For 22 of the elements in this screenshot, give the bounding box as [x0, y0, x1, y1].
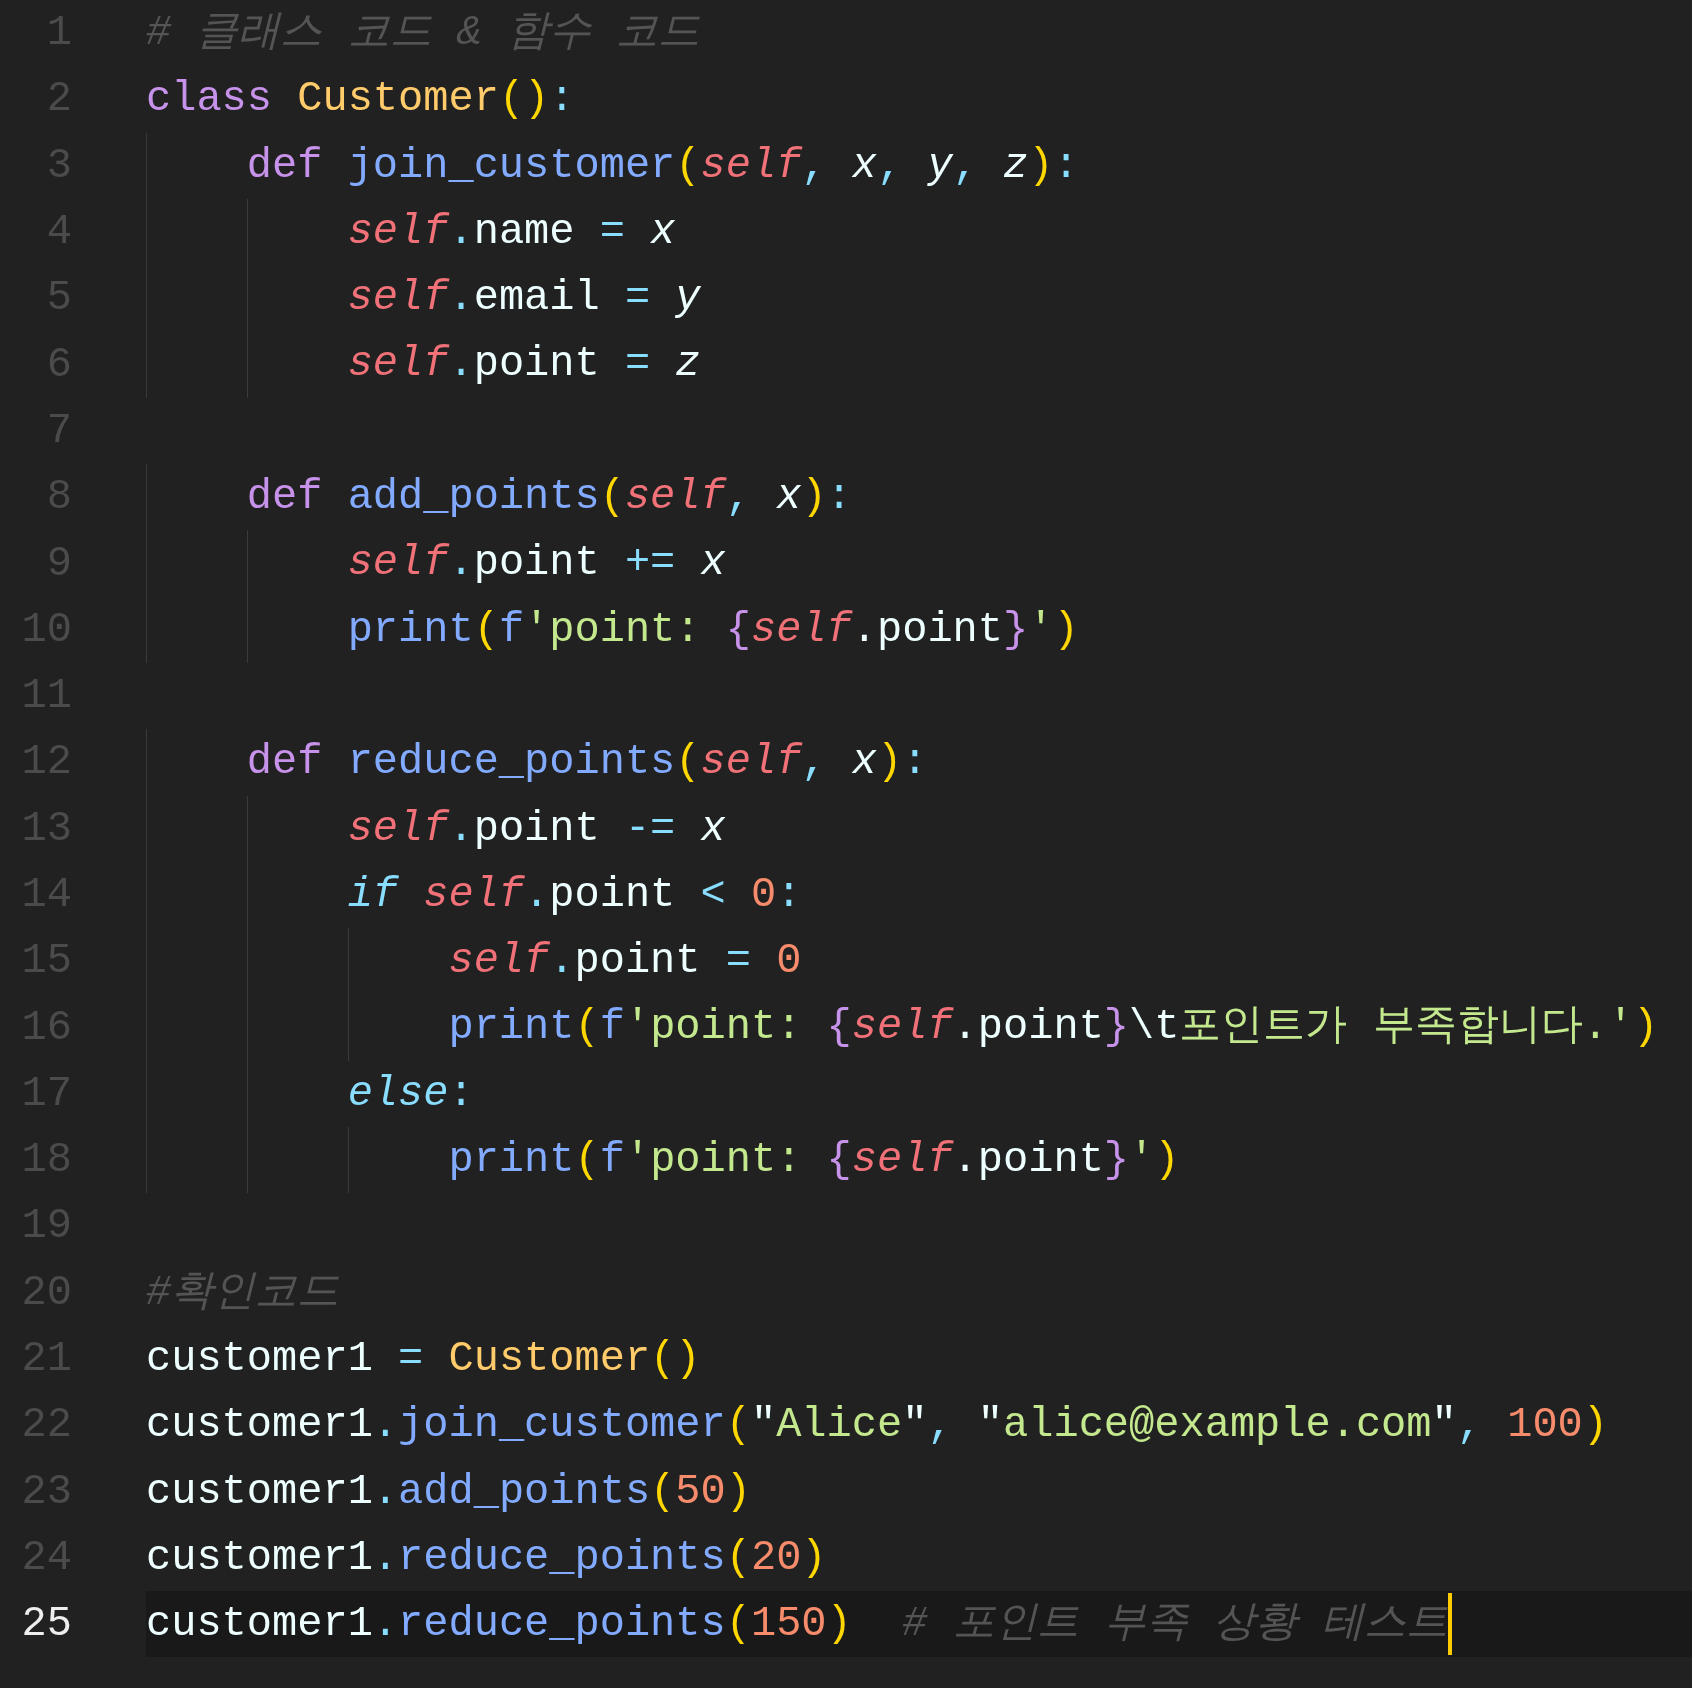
code-line: def add_points(self, x):: [245, 472, 852, 524]
code-line: customer1.reduce_points(20): [146, 1532, 827, 1584]
code-line: print(f'point: {self.point}\t포인트가 부족합니다.'): [447, 1002, 1659, 1054]
code-line: if self.point < 0:: [346, 869, 802, 921]
code-line: self.point += x: [346, 538, 726, 590]
code-line: self.name = x: [346, 206, 676, 258]
code-line: print(f'point: {self.point}'): [346, 604, 1079, 656]
code-line: def join_customer(self, x, y, z):: [245, 140, 1079, 192]
code-line: print(f'point: {self.point}'): [447, 1135, 1180, 1187]
code-line: else:: [346, 1068, 474, 1120]
code-line: customer1.reduce_points(150) # 포인트 부족 상황 테스트: [146, 1599, 1449, 1651]
code-line: customer1.join_customer("Alice", "alice@example.com", 100): [146, 1400, 1608, 1452]
code-line: self.point -= x: [346, 803, 726, 855]
code-line: customer1.add_points(50): [146, 1466, 751, 1518]
code-line: self.point = 0: [447, 936, 802, 988]
code-line: class Customer():: [146, 74, 575, 126]
line-number: 25: [20, 1600, 72, 1649]
text-cursor: [1448, 1593, 1453, 1656]
code-line: self.point = z: [346, 339, 701, 391]
code-line: customer1 = Customer(): [146, 1333, 701, 1385]
code-line: def reduce_points(self, x):: [245, 737, 928, 789]
code-line: self.email = y: [346, 273, 701, 325]
